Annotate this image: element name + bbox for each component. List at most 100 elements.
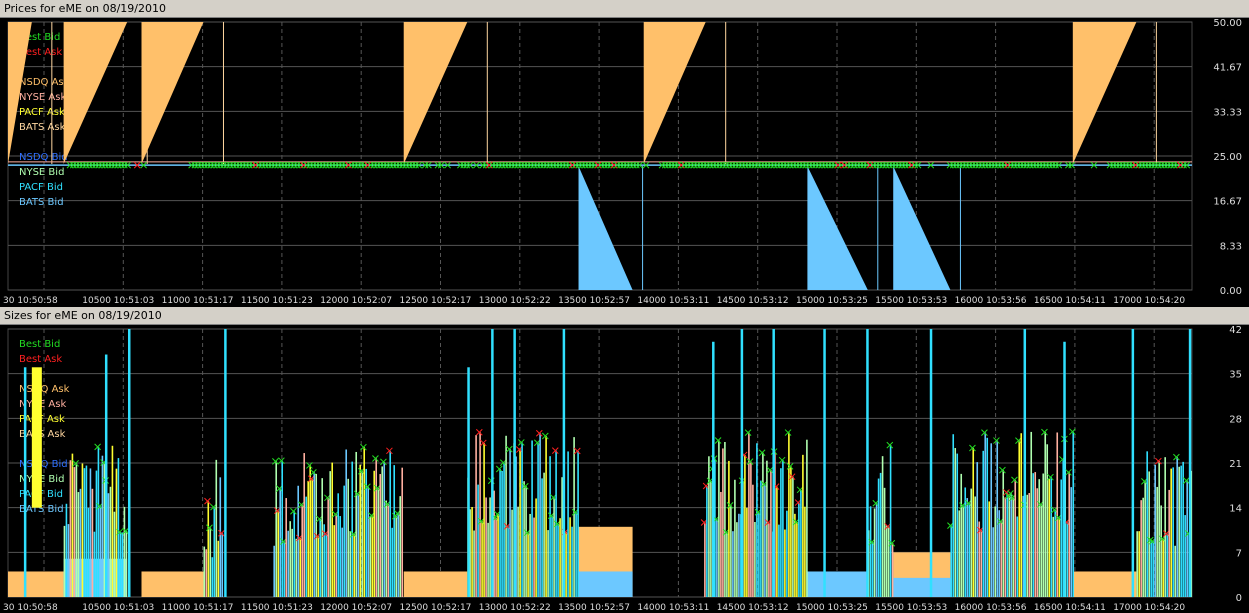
tall-size-spike (712, 341, 715, 597)
size-bar (1138, 531, 1140, 597)
tall-size-spike (104, 354, 108, 597)
y-tick-label: 7 (1236, 548, 1242, 559)
y-tick-label: 21 (1229, 459, 1242, 470)
size-bar (557, 523, 559, 597)
size-bar (1066, 522, 1069, 597)
size-bar (1004, 497, 1007, 597)
size-bar (1040, 504, 1043, 597)
size-bar (954, 448, 957, 597)
size-bar (279, 488, 282, 597)
size-bar (507, 526, 509, 597)
prices-panel: Prices for eME on 08/19/2010 50.00 41.67 3… (0, 0, 1249, 306)
x-tick-label: 11000 10:51:17 (162, 296, 234, 306)
x-tick-label: 11500 10:51:23 (241, 296, 313, 306)
size-bar (205, 549, 208, 597)
bid-drop (807, 166, 868, 290)
size-bar (571, 526, 573, 597)
size-bar (1150, 540, 1152, 597)
x-tick-label: 12000 10:52:07 (320, 603, 392, 613)
size-bar (1058, 517, 1061, 597)
y-tick-label: 25.00 (1213, 152, 1242, 163)
size-bar (535, 498, 537, 597)
size-bar (539, 433, 541, 597)
size-bar (77, 492, 80, 597)
ask-spike (1072, 22, 1137, 165)
size-bar (800, 489, 802, 597)
size-bar (732, 531, 734, 597)
size-bar (369, 516, 372, 597)
ask-spike (63, 22, 128, 165)
size-bar (101, 455, 104, 597)
size-bar (1162, 538, 1164, 597)
size-bar (1014, 479, 1017, 597)
size-bar (770, 470, 772, 597)
size-bar (978, 521, 981, 597)
size-bar (1070, 487, 1073, 597)
size-bar (982, 450, 985, 597)
size-bar (219, 477, 222, 597)
size-bar (1182, 461, 1184, 597)
size-bar (109, 486, 112, 597)
size-bar (517, 506, 519, 597)
size-bar (69, 460, 72, 597)
size-bar (275, 461, 278, 597)
size-bar (736, 522, 738, 597)
x-tick-label: 13000 10:52:22 (479, 296, 551, 306)
size-bar (113, 511, 116, 597)
size-bar (792, 476, 794, 597)
size-bar (875, 503, 878, 597)
size-bar (990, 443, 993, 597)
ask-size-block (141, 571, 204, 597)
size-bar (1160, 505, 1162, 597)
size-bar (748, 432, 750, 597)
size-bar (869, 506, 872, 597)
size-bar (287, 530, 290, 597)
size-bar (553, 497, 555, 597)
size-bar (511, 509, 513, 597)
size-bar (706, 486, 708, 597)
size-bar (349, 531, 352, 597)
size-bar (85, 465, 88, 597)
size-bar (1052, 516, 1055, 597)
x-tick-label: 15500 10:53:53 (875, 603, 947, 613)
ask-spike (403, 22, 468, 165)
size-bar (722, 448, 724, 597)
size-bar (379, 474, 382, 597)
size-bar (1038, 479, 1041, 597)
legend-pacf-bid: PACF Bid (19, 182, 63, 193)
x-tick-label: 15000 10:53:25 (796, 603, 868, 613)
size-bar (115, 468, 118, 597)
size-bar (547, 530, 549, 597)
size-bar (1054, 509, 1057, 597)
size-bar (551, 515, 553, 597)
size-bar (395, 516, 398, 597)
size-bar (1044, 432, 1047, 597)
size-bar (545, 435, 547, 597)
size-bar (984, 432, 987, 597)
sizes-title: Sizes for eME on 08/19/2010 (0, 307, 1249, 325)
size-bar (784, 529, 786, 597)
size-bar (487, 522, 489, 597)
size-bar (796, 521, 798, 597)
size-bar (776, 486, 778, 597)
legend-nsdq-bid: NSDQ Bid (19, 152, 68, 163)
size-bar (782, 460, 784, 597)
size-bar (339, 516, 342, 597)
size-bar (543, 472, 545, 597)
bid-drop (893, 166, 951, 290)
legend-best-ask: Best Ask (19, 354, 62, 365)
legend-best-bid: Best Bid (19, 339, 60, 350)
size-bar (355, 451, 358, 597)
size-bar (1072, 431, 1075, 597)
size-bar (1174, 545, 1176, 597)
size-bar (754, 522, 756, 597)
size-bar (71, 453, 74, 597)
size-bar (952, 434, 955, 597)
tall-size-spike (772, 329, 775, 597)
size-bar (1178, 466, 1180, 597)
size-bar (704, 522, 706, 597)
size-bar (559, 518, 561, 597)
size-bar (728, 460, 730, 597)
y-tick-label: 0.00 (1220, 286, 1242, 297)
size-bar (980, 530, 983, 597)
